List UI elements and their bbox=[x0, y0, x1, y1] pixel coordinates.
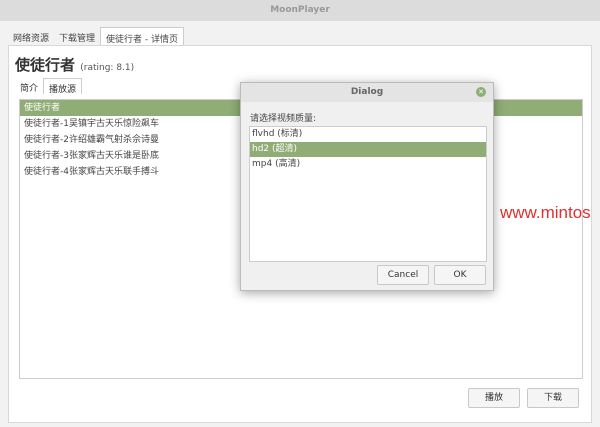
cancel-button[interactable]: Cancel bbox=[377, 265, 429, 285]
quality-option[interactable]: mp4 (高清) bbox=[250, 157, 486, 172]
download-button[interactable]: 下载 bbox=[527, 388, 579, 408]
tab-intro[interactable]: 简介 bbox=[15, 78, 43, 94]
main-tabs: 网络资源 下载管理 使徒行者 - 详情页 bbox=[8, 27, 185, 45]
ok-button[interactable]: OK bbox=[434, 265, 486, 285]
watermark: www.mintos bbox=[500, 203, 591, 222]
quality-list[interactable]: flvhd (标清) hd2 (超清) mp4 (高清) bbox=[249, 126, 487, 262]
tab-network[interactable]: 网络资源 bbox=[8, 27, 54, 45]
page-title: 使徒行者 (rating: 8.1) bbox=[15, 54, 134, 75]
close-icon[interactable]: ✕ bbox=[476, 87, 486, 97]
sub-tabs: 简介 播放源 bbox=[15, 78, 83, 95]
dialog-prompt: 请选择视频质量: bbox=[250, 114, 317, 124]
quality-option[interactable]: hd2 (超清) bbox=[250, 142, 486, 157]
dialog-title: Dialog bbox=[241, 83, 493, 102]
rating: (rating: 8.1) bbox=[80, 63, 135, 73]
quality-dialog: Dialog ✕ 请选择视频质量: flvhd (标清) hd2 (超清) mp… bbox=[240, 82, 494, 291]
play-button[interactable]: 播放 bbox=[468, 388, 520, 408]
tab-detail[interactable]: 使徒行者 - 详情页 bbox=[100, 27, 185, 45]
title-text: 使徒行者 bbox=[15, 56, 76, 74]
tab-sources[interactable]: 播放源 bbox=[43, 78, 83, 95]
quality-option[interactable]: flvhd (标清) bbox=[250, 127, 486, 142]
tab-downloads[interactable]: 下载管理 bbox=[54, 27, 100, 45]
window-title: MoonPlayer bbox=[0, 0, 600, 21]
